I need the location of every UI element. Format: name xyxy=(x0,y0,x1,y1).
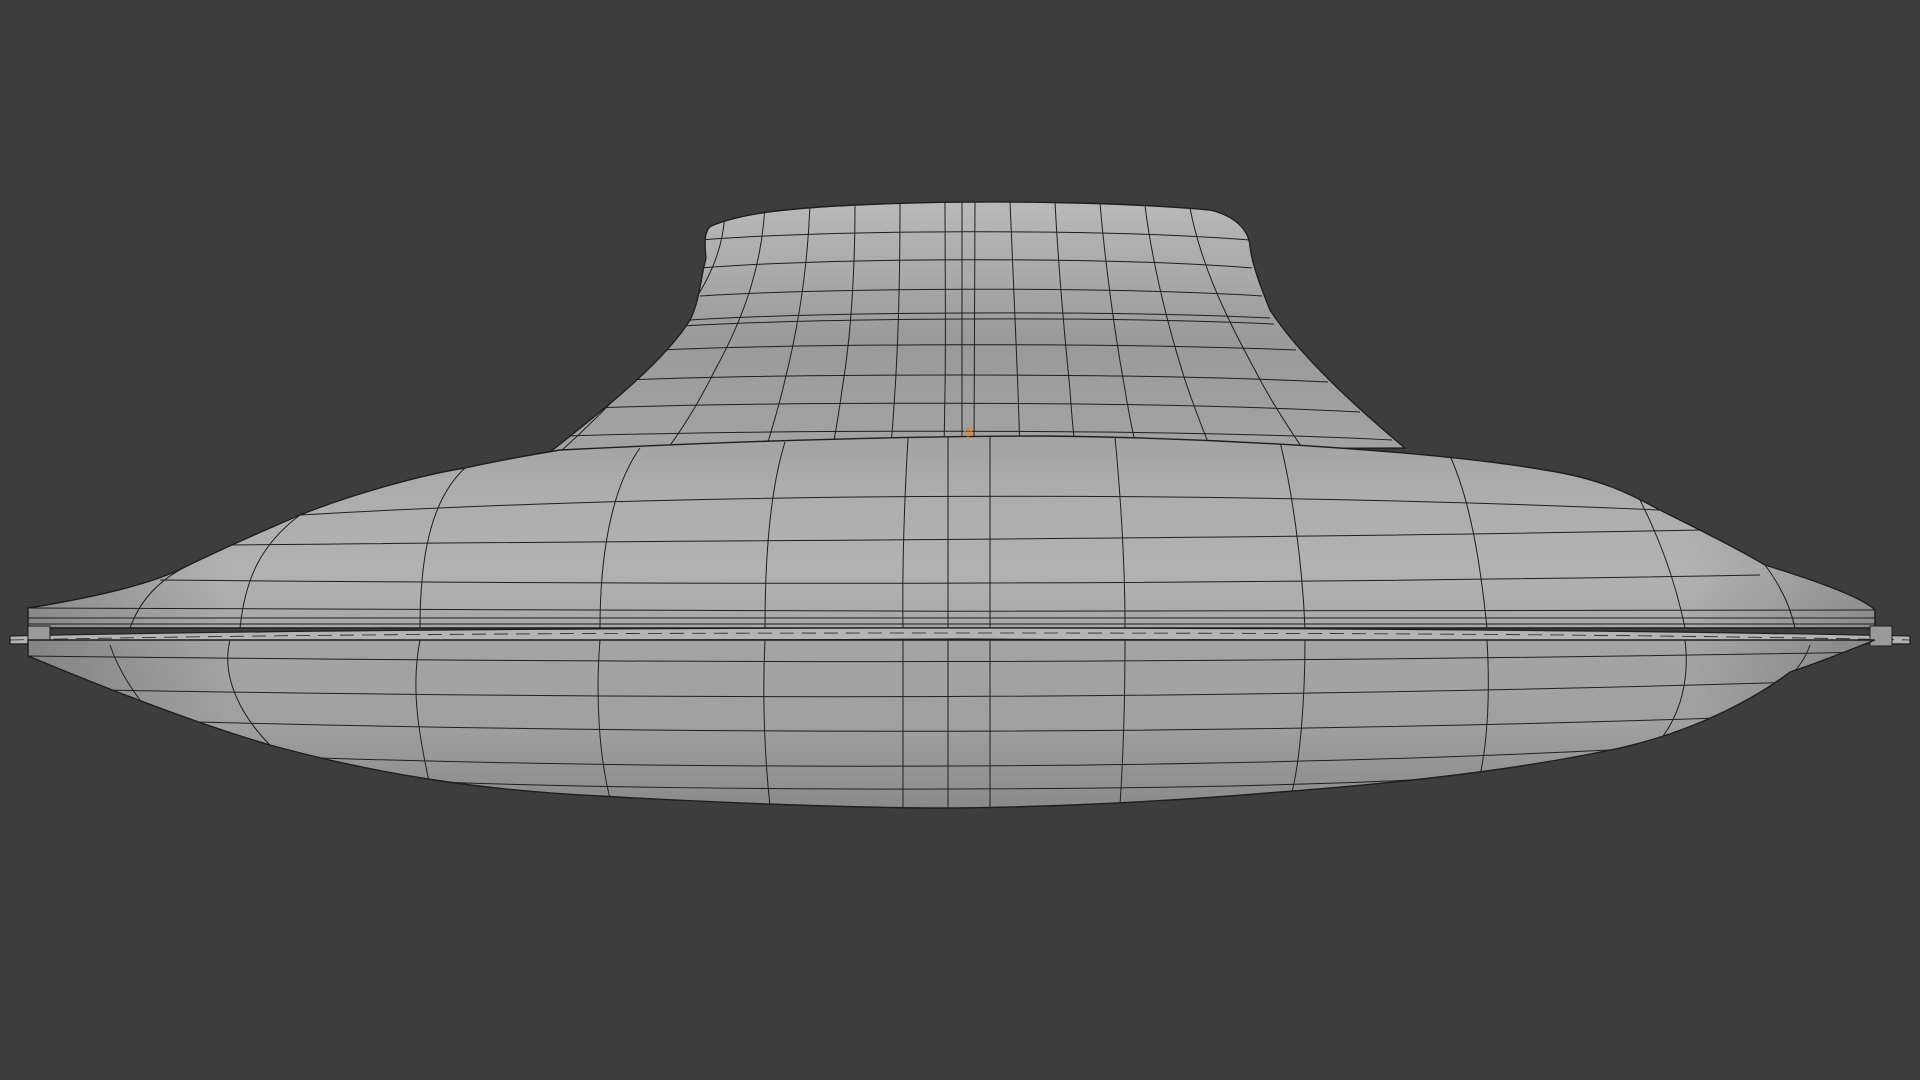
lower-hull[interactable] xyxy=(0,630,1920,820)
3d-viewport[interactable] xyxy=(0,0,1920,1080)
upper-hull[interactable] xyxy=(0,430,1920,640)
dome-section[interactable] xyxy=(547,201,1407,453)
scene-canvas[interactable] xyxy=(0,0,1920,1080)
